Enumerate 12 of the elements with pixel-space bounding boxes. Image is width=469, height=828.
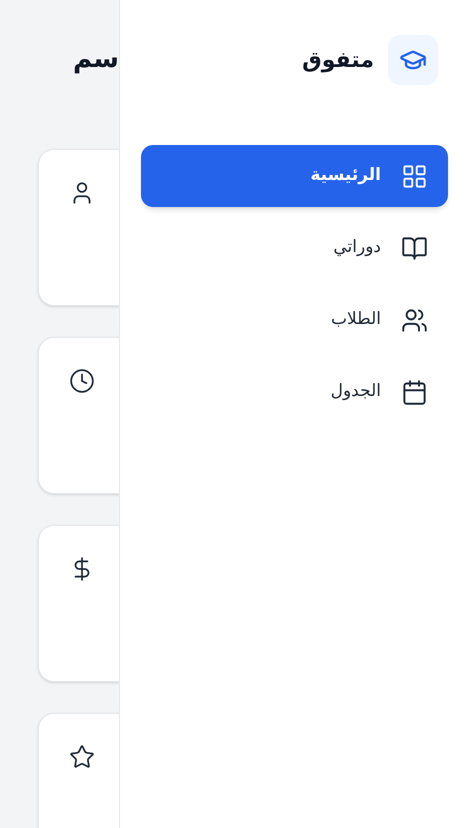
book-icon bbox=[401, 234, 428, 262]
page-heading: سم bbox=[73, 46, 119, 72]
users-icon bbox=[401, 306, 428, 334]
nav-item[interactable]: الجدول bbox=[141, 361, 448, 423]
nav-item[interactable]: دوراتي bbox=[141, 217, 448, 279]
calendar-icon bbox=[401, 378, 428, 406]
nav-item[interactable]: الرئيسية bbox=[141, 145, 448, 207]
star-icon bbox=[69, 744, 95, 770]
grid-icon bbox=[401, 162, 428, 190]
nav-item[interactable]: الطلاب bbox=[141, 289, 448, 351]
clock-icon bbox=[69, 368, 95, 394]
brand-name: متفوق bbox=[302, 46, 374, 74]
